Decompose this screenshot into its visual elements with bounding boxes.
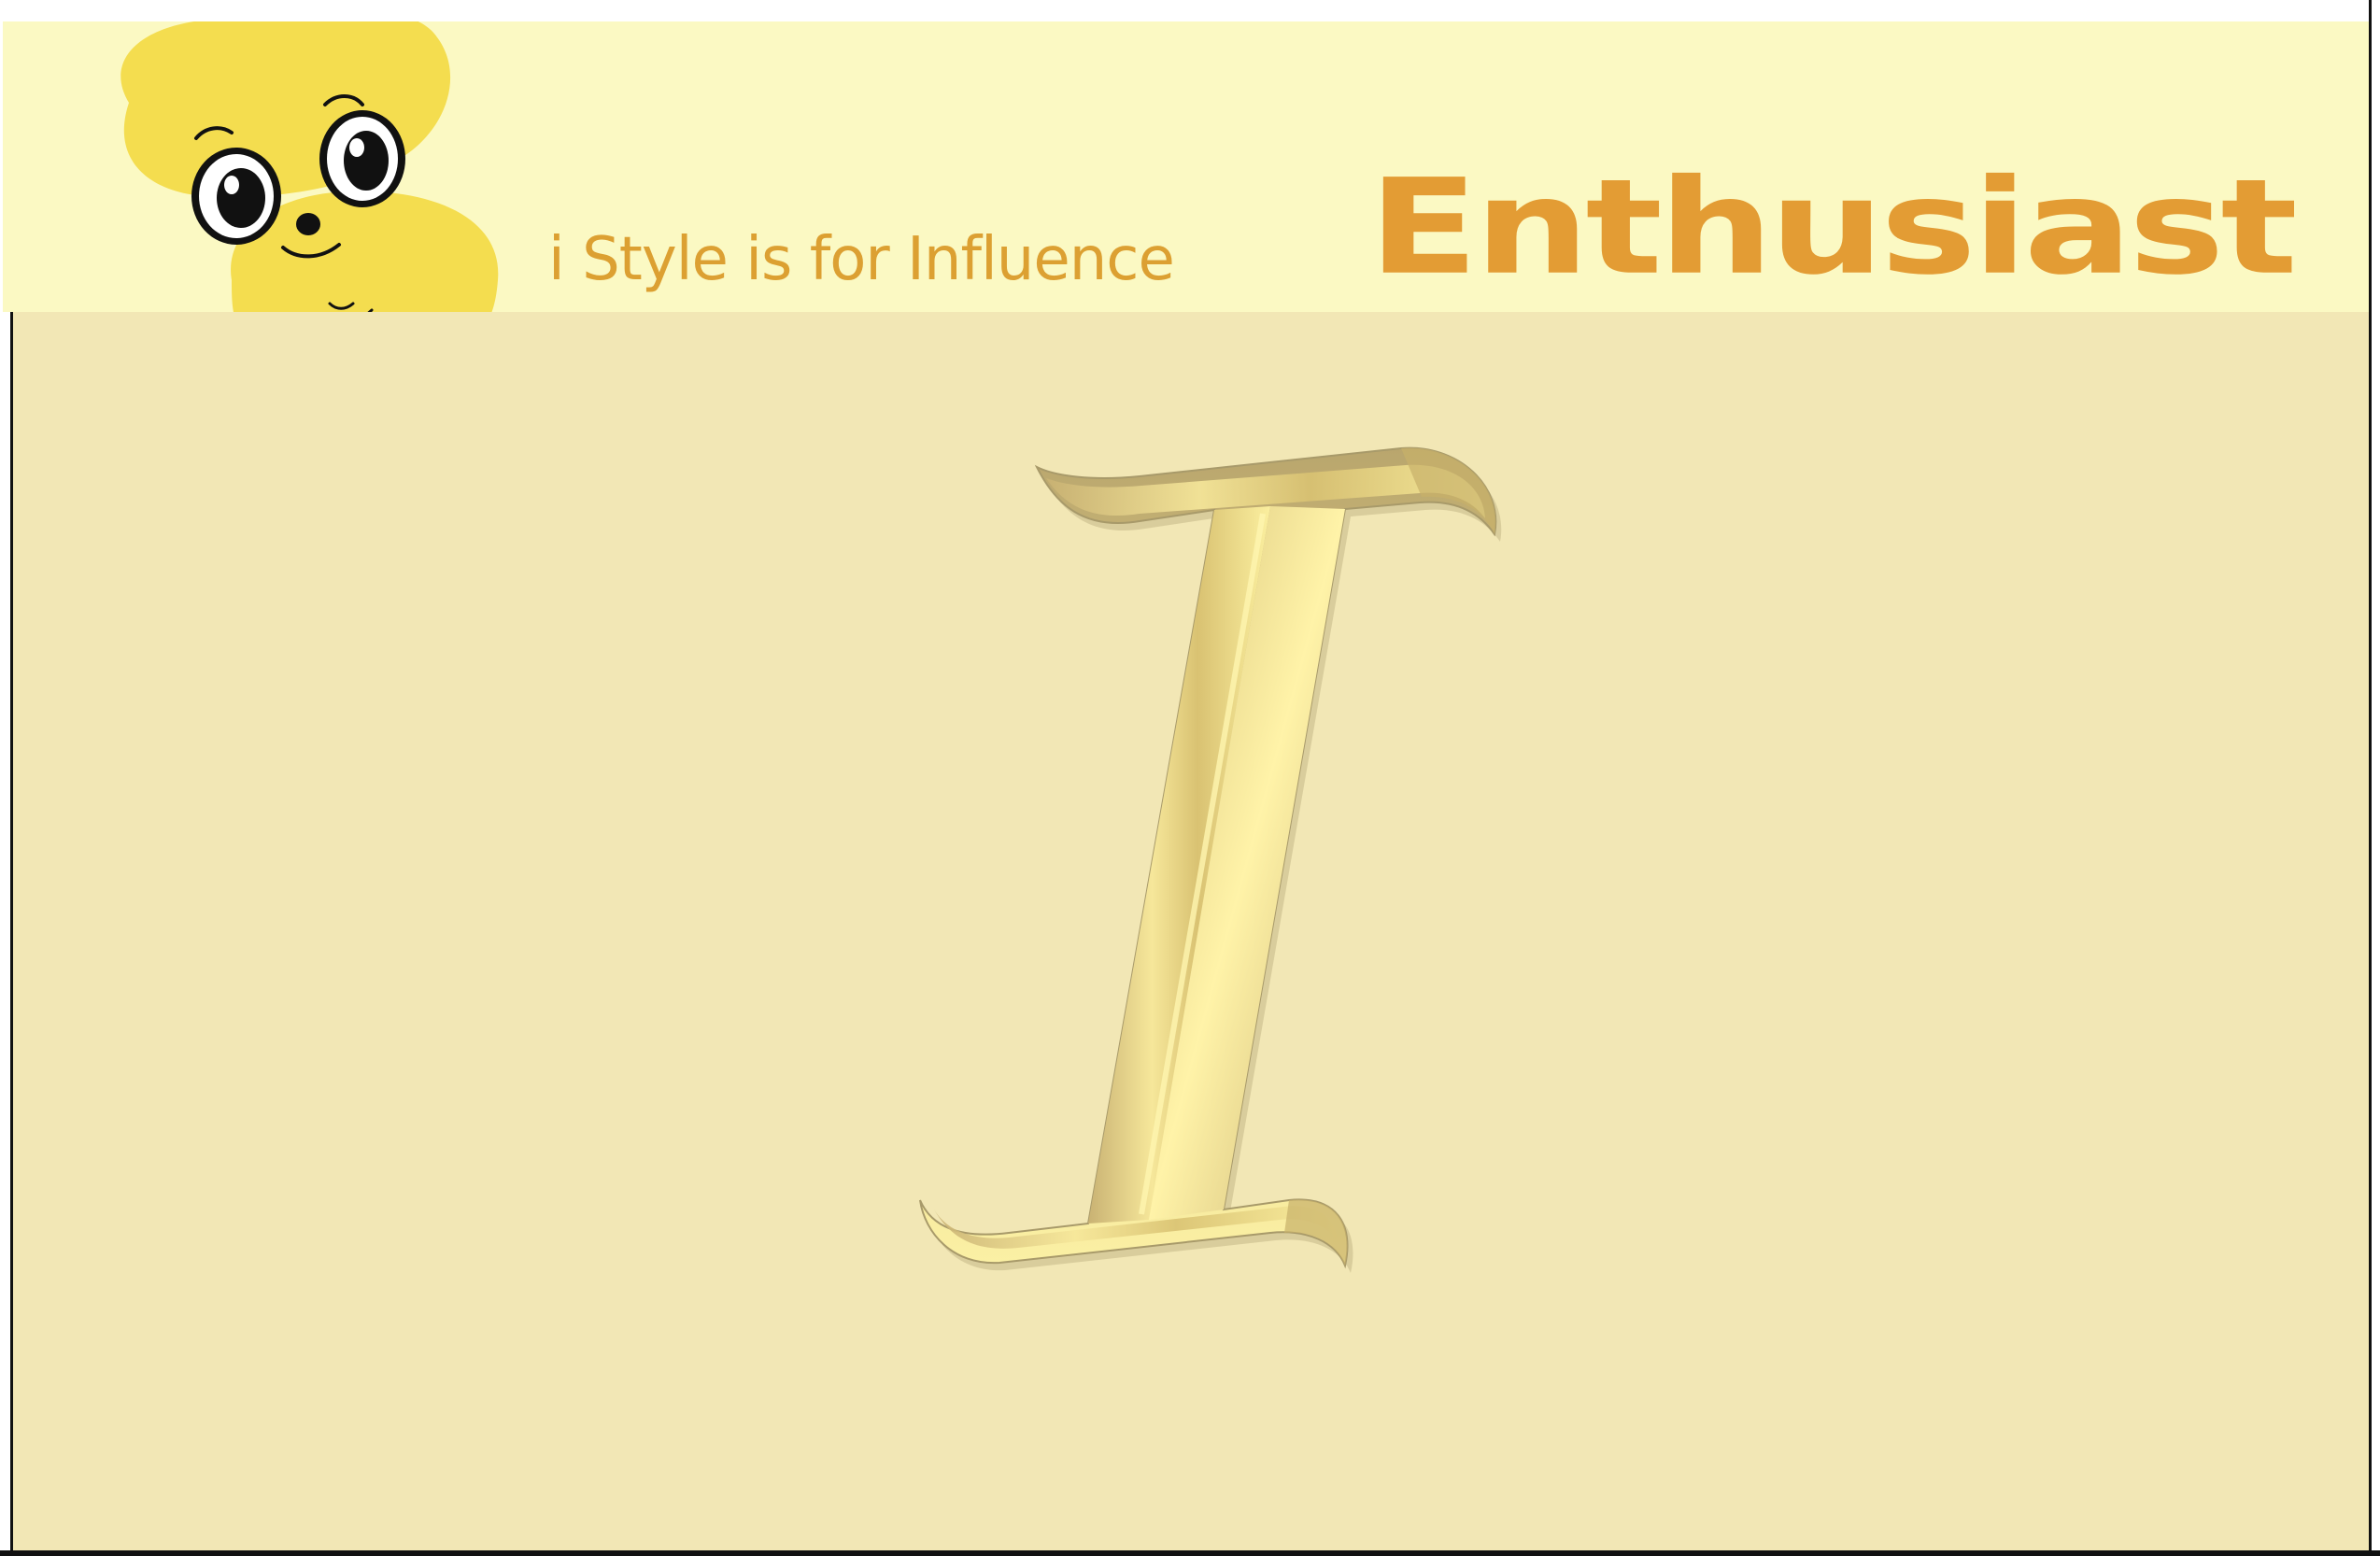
window-bottom-border [0,1550,2380,1556]
mascot-icon [120,21,499,312]
screen: i Style is for Influence Enthusiast [0,0,2380,1556]
window-left-border [0,312,13,1556]
header-banner: i Style is for Influence Enthusiast [3,21,2369,312]
window-right-border [2369,0,2380,1556]
embossed-letter-i-icon [919,446,1502,1273]
brand-title: Enthusiast [1368,149,2298,304]
tagline-text: i Style is for Influence [548,225,1175,294]
